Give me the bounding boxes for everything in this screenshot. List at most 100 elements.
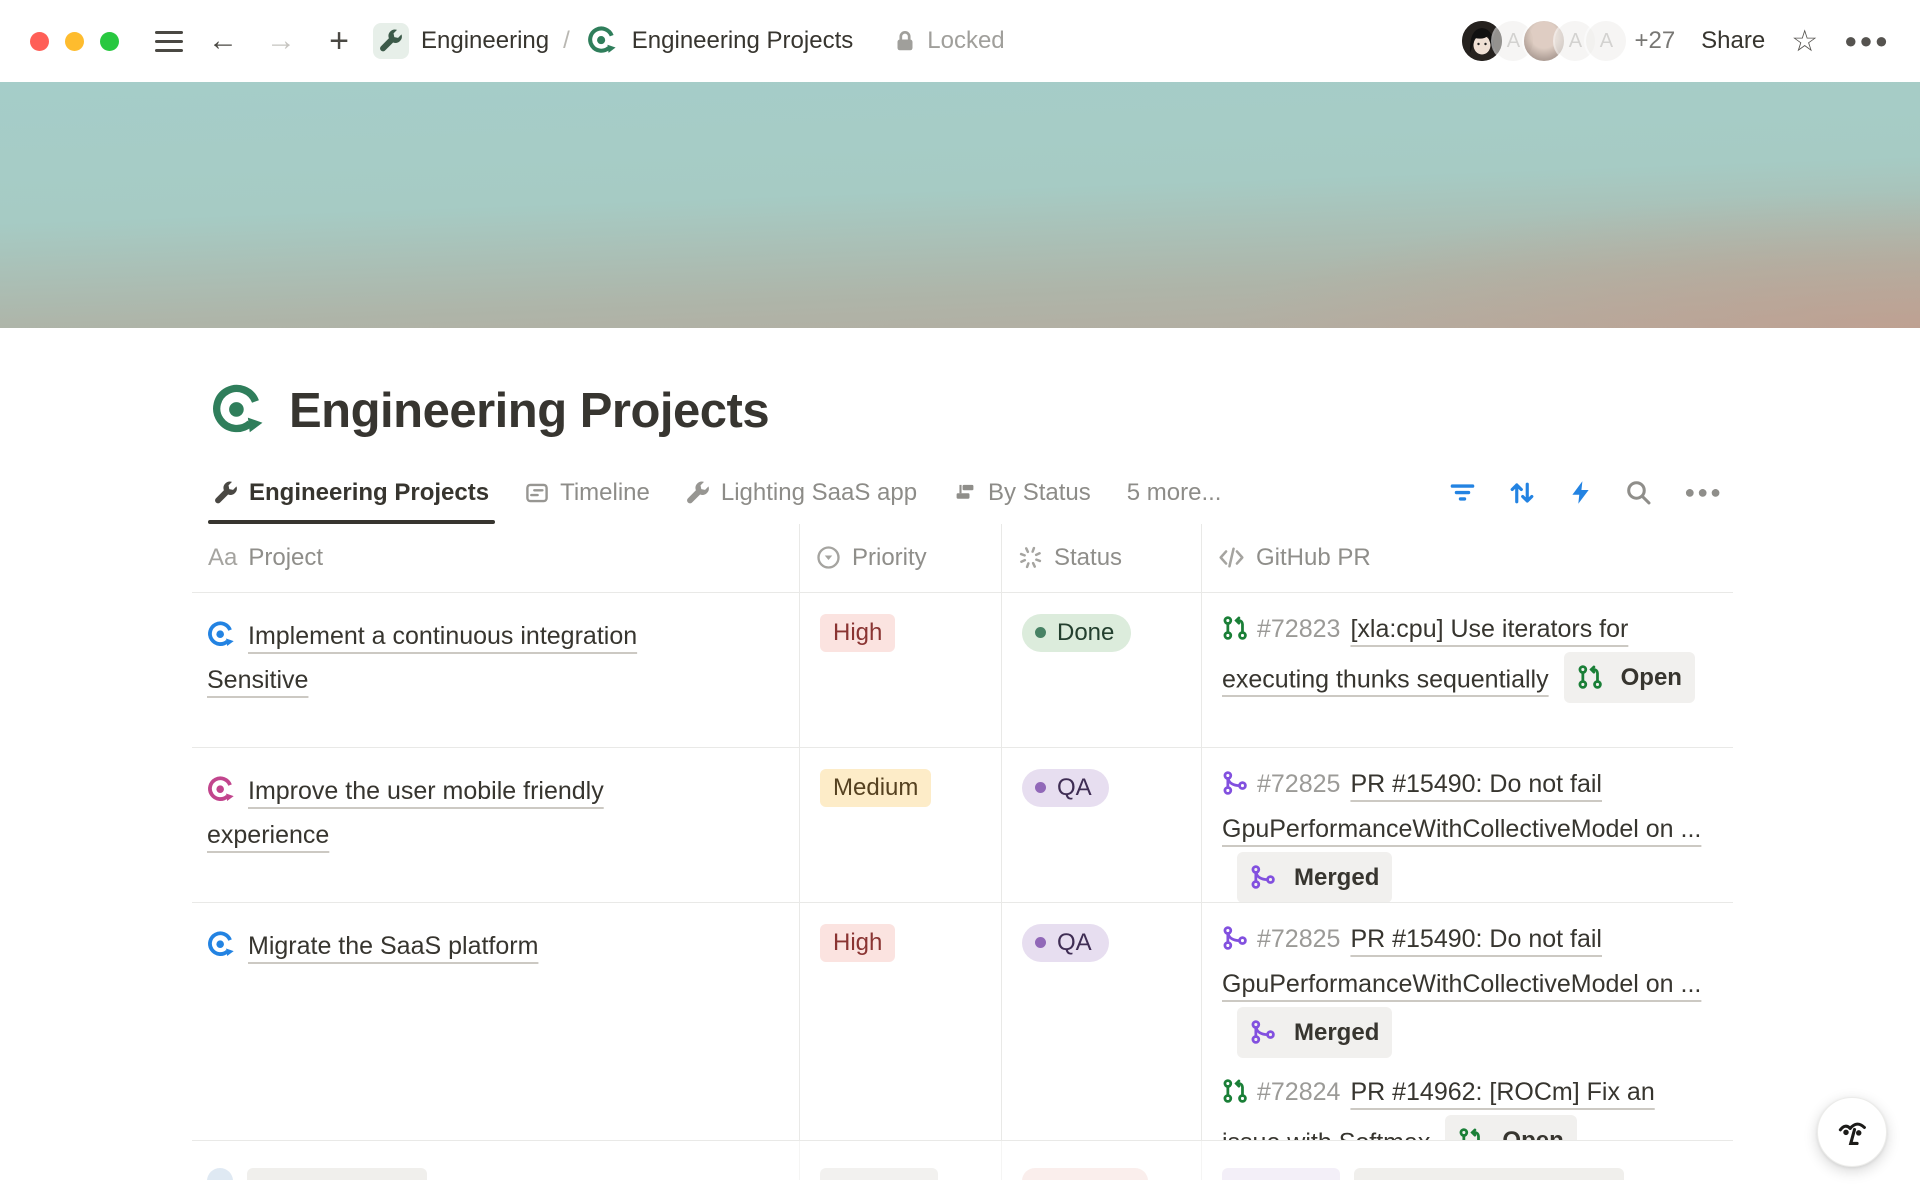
app-window: ← → + Engineering / Engineering Projects [0, 0, 1920, 1200]
status-label: Done [1057, 618, 1114, 648]
pull-request-merged-icon [1250, 1019, 1276, 1045]
partial-row-project-cell[interactable] [192, 1141, 799, 1180]
pr-entry: #72824PR #14962: [ROCm] Fix an issue wit… [1222, 1070, 1711, 1141]
breadcrumb-separator: / [563, 27, 570, 55]
status-badge[interactable]: Done [1022, 614, 1131, 652]
table-row-status-cell[interactable]: QA [1001, 903, 1201, 1141]
pr-state-badge[interactable]: Merged [1237, 1007, 1392, 1058]
column-header-priority[interactable]: Priority [799, 524, 1001, 593]
table-row-priority-cell[interactable]: Medium [799, 748, 1001, 903]
workspace-icon-chip[interactable] [373, 23, 409, 59]
tab-timeline[interactable]: Timeline [525, 479, 650, 524]
table-row-github-cell[interactable]: #72825PR #15490: Do not fail GpuPerforma… [1201, 903, 1733, 1141]
column-header-github-pr[interactable]: GitHub PR [1201, 524, 1733, 593]
breadcrumb-page[interactable]: Engineering Projects [632, 27, 853, 55]
automation-button[interactable] [1568, 480, 1593, 505]
table-row-status-cell[interactable]: Done [1001, 593, 1201, 748]
minimize-window-button[interactable] [65, 32, 84, 51]
avatar-stack[interactable]: A A A +27 [1460, 19, 1675, 63]
status-badge[interactable]: QA [1022, 769, 1109, 807]
ai-face-icon [1832, 1112, 1872, 1152]
sort-icon [1508, 479, 1536, 507]
priority-badge[interactable]: Medium [820, 769, 931, 807]
locked-indicator[interactable]: Locked [893, 27, 1004, 55]
project-link[interactable]: Implement a continuous integration Sensi… [207, 622, 637, 694]
forward-button[interactable]: → [261, 21, 301, 61]
pr-number: #72825 [1257, 770, 1340, 798]
page-sync-logo-icon[interactable] [211, 384, 265, 438]
tab-engineering-projects[interactable]: Engineering Projects [214, 479, 489, 524]
status-spinner-icon [1018, 545, 1043, 570]
view-options-button[interactable]: ●●● [1684, 482, 1723, 503]
table-row-github-cell[interactable]: #72825PR #15490: Do not fail GpuPerforma… [1201, 748, 1733, 903]
avatar: A [1584, 19, 1628, 63]
pr-number: #72824 [1257, 1078, 1340, 1106]
avatar-overflow-count[interactable]: +27 [1634, 27, 1675, 55]
notion-ai-button[interactable] [1817, 1097, 1887, 1167]
breadcrumb: Engineering / Engineering Projects [373, 23, 853, 59]
tab-by-status[interactable]: By Status [953, 479, 1091, 524]
column-label: GitHub PR [1256, 544, 1371, 572]
pr-state-badge[interactable]: Merged [1237, 852, 1392, 903]
view-tabs-row: Engineering Projects Timeline Lighting S… [192, 479, 1733, 524]
favorite-star-icon[interactable]: ☆ [1791, 24, 1818, 59]
search-icon [1625, 479, 1652, 506]
new-page-button[interactable]: + [319, 21, 359, 61]
table-row-project-cell[interactable]: Migrate the SaaS platform [192, 903, 799, 1141]
partial-row-github-cell[interactable] [1201, 1141, 1733, 1180]
pr-state-label: Merged [1294, 855, 1379, 900]
sync-logo-icon [587, 26, 617, 56]
maximize-window-button[interactable] [100, 32, 119, 51]
page-cover-image[interactable] [0, 82, 1920, 328]
tab-label: By Status [988, 479, 1091, 507]
column-header-project[interactable]: Aa Project [192, 524, 799, 593]
table-row-priority-cell[interactable]: High [799, 593, 1001, 748]
column-header-status[interactable]: Status [1001, 524, 1201, 593]
table-row-github-cell[interactable]: #72823[xla:cpu] Use iterators for execut… [1201, 593, 1733, 748]
pr-state-label: Merged [1294, 1010, 1379, 1055]
tab-lighting-saas-app[interactable]: Lighting SaaS app [686, 479, 917, 524]
text-type-icon: Aa [208, 544, 237, 572]
pr-entry: #72823[xla:cpu] Use iterators for execut… [1222, 607, 1711, 703]
close-window-button[interactable] [30, 32, 49, 51]
project-link[interactable]: Migrate the SaaS platform [248, 932, 538, 960]
pr-number: #72825 [1257, 925, 1340, 953]
pr-state-badge[interactable]: Open [1564, 652, 1695, 703]
filter-button[interactable] [1449, 479, 1476, 506]
back-button[interactable]: ← [203, 21, 243, 61]
view-tabs: Engineering Projects Timeline Lighting S… [192, 479, 1091, 524]
pr-entry: #72825PR #15490: Do not fail GpuPerforma… [1222, 917, 1711, 1058]
table-row-project-cell[interactable]: Improve the user mobile friendly experie… [192, 748, 799, 903]
table-row-status-cell[interactable]: QA [1001, 748, 1201, 903]
pr-state-badge[interactable]: Open [1445, 1115, 1576, 1141]
wrench-icon [214, 481, 238, 505]
priority-badge[interactable]: High [820, 614, 895, 652]
partial-row-status-cell[interactable] [1001, 1141, 1201, 1180]
status-dot [1035, 782, 1046, 793]
status-label: QA [1057, 928, 1092, 958]
priority-badge[interactable]: High [820, 924, 895, 962]
sort-button[interactable] [1508, 479, 1536, 507]
page-more-button[interactable]: ●●● [1844, 28, 1890, 54]
share-button[interactable]: Share [1701, 27, 1765, 55]
more-views-button[interactable]: 5 more... [1127, 479, 1222, 524]
breadcrumb-workspace[interactable]: Engineering [421, 27, 549, 55]
table-row-priority-cell[interactable]: High [799, 903, 1001, 1141]
search-button[interactable] [1625, 479, 1652, 506]
project-link[interactable]: Improve the user mobile friendly experie… [207, 777, 604, 849]
table-row-project-cell[interactable]: Implement a continuous integration Sensi… [192, 593, 799, 748]
sidebar-toggle-button[interactable] [149, 21, 189, 61]
wrench-icon [379, 29, 403, 53]
locked-label: Locked [927, 27, 1004, 55]
projects-table: Aa Project Priority [192, 524, 1733, 1180]
hamburger-icon [155, 31, 183, 52]
status-badge[interactable]: QA [1022, 924, 1109, 962]
title-bar: ← → + Engineering / Engineering Projects [0, 0, 1920, 82]
project-sync-logo-icon [207, 776, 235, 804]
filter-icon [1449, 479, 1476, 506]
forward-arrow-icon: → [266, 26, 296, 56]
partial-row-priority-cell[interactable] [799, 1141, 1001, 1180]
code-icon [1218, 544, 1245, 571]
page-title[interactable]: Engineering Projects [289, 382, 769, 441]
select-type-icon [816, 545, 841, 570]
